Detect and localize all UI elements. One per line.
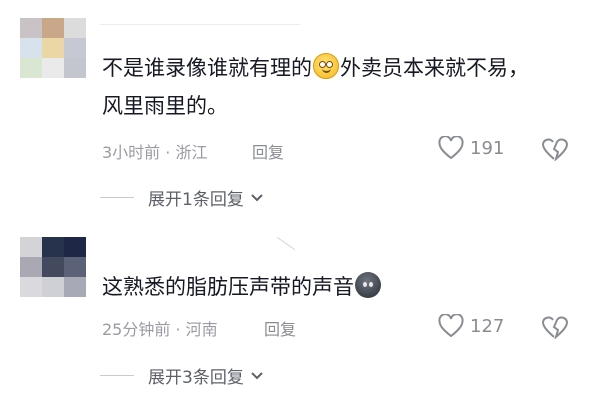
avatar-pixel xyxy=(20,38,42,58)
smile-emoji-icon xyxy=(313,53,339,79)
avatar-pixel xyxy=(64,18,86,38)
comment-list: 不是谁录像谁就有理的 外卖员本来就不易，风里雨里的。 3小时前 · 浙江 回复 1… xyxy=(0,0,600,403)
like-count: 127 xyxy=(470,315,505,337)
avatar-pixel xyxy=(20,237,42,257)
avatar-pixel xyxy=(42,237,64,257)
avatar-pixel xyxy=(64,58,86,78)
comment-meta: 3小时前 · 浙江 回复 xyxy=(102,139,284,163)
blurred-username xyxy=(100,24,300,25)
like-count: 191 xyxy=(470,137,505,159)
avatar-pixel xyxy=(42,277,64,297)
expand-replies-label: 展开1条回复 xyxy=(148,190,244,210)
expand-replies-label: 展开3条回复 xyxy=(148,368,244,388)
dislike-button[interactable] xyxy=(541,315,569,343)
time-location: 25分钟前 · 河南 xyxy=(102,320,218,339)
divider-line xyxy=(100,375,134,376)
expand-replies-button[interactable]: 展开3条回复 xyxy=(100,363,264,388)
dark-face-emoji-icon xyxy=(355,272,381,298)
comment-text: 不是谁录像谁就有理的 外卖员本来就不易，风里雨里的。 xyxy=(102,49,542,125)
avatar-pixel xyxy=(64,277,86,297)
broken-heart-icon xyxy=(541,316,569,340)
broken-heart-icon xyxy=(541,138,569,162)
avatar-pixel xyxy=(20,18,42,38)
expand-replies-button[interactable]: 展开1条回复 xyxy=(100,185,264,210)
like-button[interactable]: 127 xyxy=(438,314,504,338)
reply-button[interactable]: 回复 xyxy=(264,316,296,340)
chevron-down-icon xyxy=(251,371,263,379)
comment-meta: 25分钟前 · 河南 回复 xyxy=(102,316,296,340)
comment-text: 这熟悉的脂肪压声带的声音 xyxy=(102,268,542,306)
avatar-pixel xyxy=(42,257,64,277)
avatar-pixel xyxy=(42,18,64,38)
time-location: 3小时前 · 浙江 xyxy=(102,143,208,162)
avatar-pixel xyxy=(20,58,42,78)
avatar-pixel xyxy=(64,257,86,277)
avatar-pixel xyxy=(20,257,42,277)
avatar-pixel xyxy=(42,38,64,58)
comment-text-part: 不是谁录像谁就有理的 xyxy=(102,56,312,80)
reply-button[interactable]: 回复 xyxy=(252,139,284,163)
avatar[interactable] xyxy=(20,18,86,78)
avatar-pixel xyxy=(64,237,86,257)
blurred-username xyxy=(276,236,296,251)
avatar-pixel xyxy=(42,58,64,78)
avatar[interactable] xyxy=(20,237,86,297)
avatar-pixel xyxy=(64,38,86,58)
heart-icon xyxy=(438,314,464,338)
comment-text-part: 这熟悉的脂肪压声带的声音 xyxy=(102,275,354,299)
heart-icon xyxy=(438,136,464,160)
divider-line xyxy=(100,197,134,198)
dislike-button[interactable] xyxy=(541,137,569,165)
avatar-pixel xyxy=(20,277,42,297)
like-button[interactable]: 191 xyxy=(438,136,504,160)
chevron-down-icon xyxy=(251,193,263,201)
